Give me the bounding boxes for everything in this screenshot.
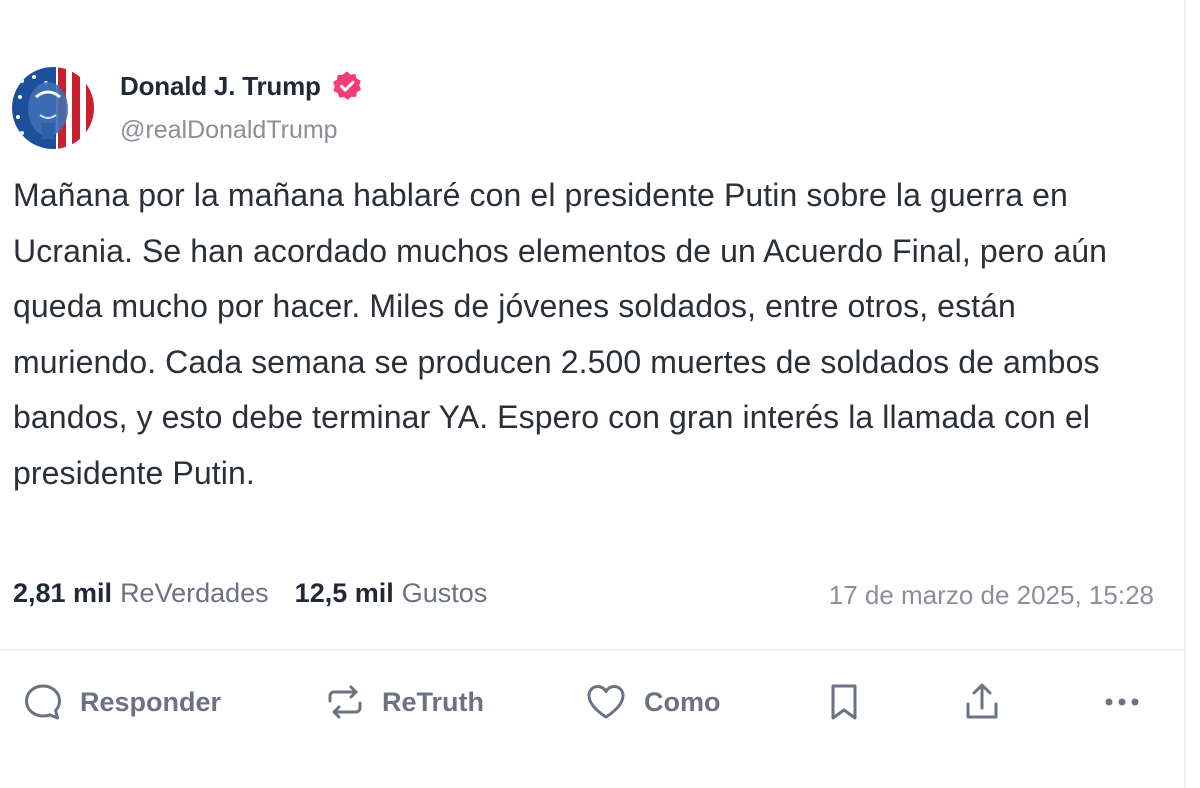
- likes-label: Gustos: [401, 578, 488, 608]
- post-text: Mañana por la mañana hablaré con el pres…: [13, 177, 1108, 491]
- like-label: Como: [644, 686, 721, 717]
- retruth-icon: [324, 681, 366, 723]
- share-icon: [962, 680, 1002, 724]
- action-bar: Responder ReTruth Como: [0, 674, 1184, 730]
- reply-button[interactable]: Responder: [22, 674, 221, 730]
- retruths-label: ReVerdades: [120, 578, 269, 608]
- more-options-button[interactable]: [1100, 674, 1144, 730]
- likes-count: 12,5 mil: [294, 578, 394, 608]
- share-button[interactable]: [962, 674, 1002, 730]
- reply-icon: [22, 681, 64, 723]
- bookmark-button[interactable]: [824, 674, 864, 730]
- avatar[interactable]: [12, 67, 94, 149]
- likes-stat[interactable]: 12,5 mil Gustos: [295, 578, 488, 609]
- retruths-count: 2,81 mil: [13, 578, 113, 608]
- post-stats: 2,81 mil ReVerdades 12,5 mil Gustos: [13, 578, 487, 609]
- truth-post: Donald J. Trump @realDonaldTrump Mañana …: [0, 0, 1200, 788]
- verified-badge-icon: [331, 70, 363, 102]
- retruths-stat[interactable]: 2,81 mil ReVerdades: [13, 578, 269, 609]
- more-icon: [1100, 680, 1144, 724]
- reply-label: Responder: [80, 686, 222, 717]
- heart-icon: [584, 681, 628, 723]
- author-name[interactable]: Donald J. Trump: [120, 71, 321, 102]
- divider: [0, 649, 1184, 651]
- like-button[interactable]: Como: [584, 674, 721, 730]
- column-border: [1184, 0, 1186, 788]
- author-handle[interactable]: @realDonaldTrump: [120, 116, 338, 145]
- bookmark-icon: [824, 680, 864, 724]
- author-row: Donald J. Trump: [120, 70, 363, 102]
- retruth-label: ReTruth: [382, 686, 485, 717]
- avatar-image: [12, 67, 94, 149]
- post-timestamp[interactable]: 17 de marzo de 2025, 15:28: [829, 580, 1154, 611]
- retruth-button[interactable]: ReTruth: [324, 674, 484, 730]
